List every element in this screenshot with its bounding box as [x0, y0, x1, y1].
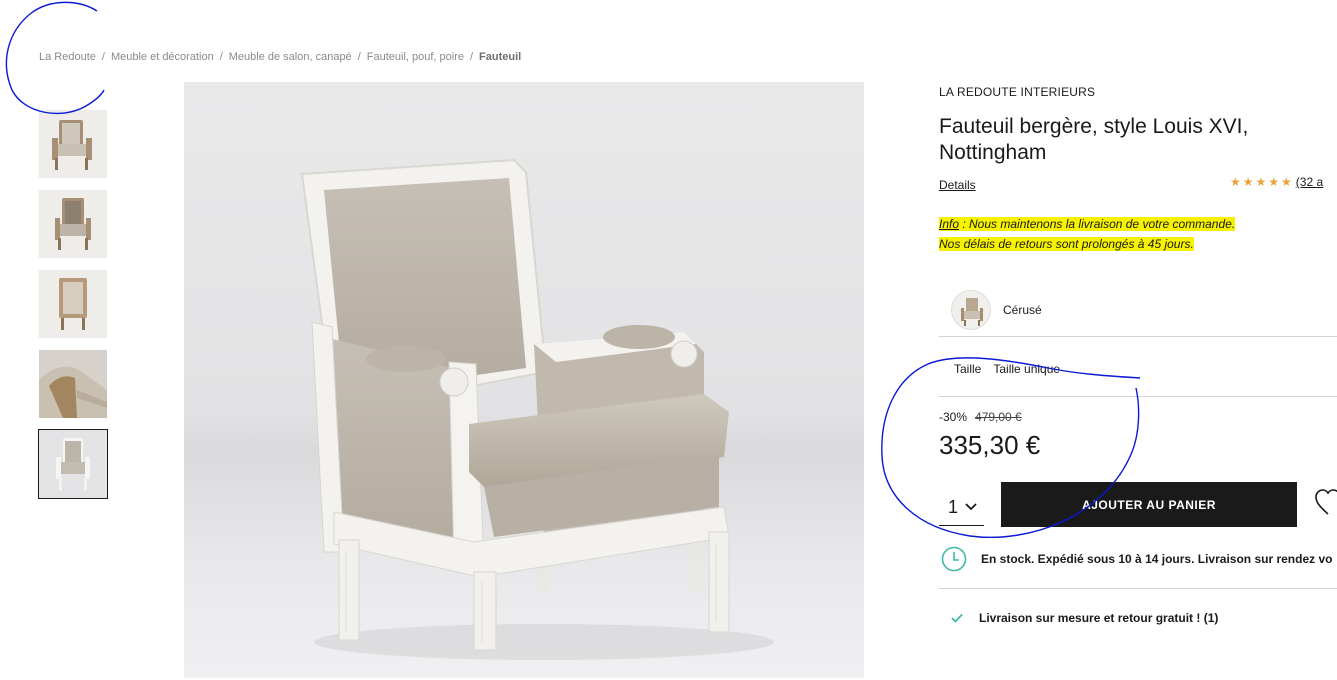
chevron-down-icon	[965, 503, 977, 511]
product-title: Fauteuil bergère, style Louis XVI, Notti…	[939, 115, 1249, 164]
info-link[interactable]: Info	[939, 217, 959, 231]
thumbnail-white-chair[interactable]	[38, 429, 108, 499]
thumbnail-detail[interactable]	[39, 350, 107, 418]
review-count-link[interactable]: (32 a	[1296, 175, 1323, 189]
divider	[939, 396, 1337, 397]
product-brand[interactable]: LA REDOUTE INTERIEURS	[939, 85, 1095, 99]
rating-stars: ★★★★★	[1230, 175, 1294, 189]
breadcrumb-link-armchairs[interactable]: Fauteuil, pouf, poire	[367, 51, 464, 63]
thumbnail-back[interactable]	[39, 270, 107, 338]
color-label: Cérusé	[1003, 303, 1042, 317]
checkmark-icon	[951, 613, 963, 623]
size-selector: Taille Taille unique	[954, 362, 1060, 376]
divider	[939, 588, 1337, 589]
discount-row: -30% 479,00 €	[939, 410, 1022, 424]
breadcrumb: La Redoute / Meuble et décoration / Meub…	[39, 51, 521, 63]
size-label: Taille	[954, 362, 982, 376]
thumbnail-front-right[interactable]	[39, 110, 107, 178]
current-price: 335,30 €	[939, 430, 1041, 460]
quantity-value: 1	[948, 496, 959, 517]
info-notice: Info : Nous maintenons la livraison de v…	[939, 214, 1236, 254]
add-to-cart-button[interactable]: AJOUTER AU PANIER	[1001, 482, 1297, 527]
stock-text: En stock. Expédié sous 10 à 14 jours. Li…	[981, 552, 1333, 566]
breadcrumb-link-living-room[interactable]: Meuble de salon, canapé	[229, 51, 352, 63]
breadcrumb-separator: /	[469, 51, 474, 63]
stock-status: En stock. Expédié sous 10 à 14 jours. Li…	[941, 546, 1332, 572]
delivery-info: Livraison sur mesure et retour gratuit !…	[951, 611, 1218, 625]
wishlist-heart-icon[interactable]	[1315, 488, 1337, 518]
breadcrumb-separator: /	[357, 51, 361, 63]
color-selector: Cérusé	[951, 290, 1042, 330]
breadcrumb-link-home[interactable]: La Redoute	[39, 51, 96, 63]
details-link[interactable]: Details	[939, 178, 976, 192]
discount-badge: -30%	[939, 410, 968, 424]
color-swatch-ceruse[interactable]	[951, 290, 991, 330]
product-main-image[interactable]	[184, 82, 864, 678]
rating[interactable]: ★★★★★ (32 a	[1230, 175, 1323, 189]
quantity-select[interactable]: 1	[939, 489, 984, 526]
delivery-text[interactable]: Livraison sur mesure et retour gratuit !…	[979, 611, 1218, 625]
clock-icon	[941, 546, 967, 572]
thumbnail-list	[38, 110, 109, 510]
breadcrumb-separator: /	[101, 51, 105, 63]
divider	[939, 336, 1337, 337]
old-price: 479,00 €	[975, 410, 1022, 424]
thumbnail-front[interactable]	[39, 190, 107, 258]
breadcrumb-separator: /	[219, 51, 223, 63]
info-line-2: Nos délais de retours sont prolongés à 4…	[939, 237, 1194, 251]
breadcrumb-link-furniture[interactable]: Meuble et décoration	[111, 51, 214, 63]
size-option-unique[interactable]: Taille unique	[993, 362, 1060, 376]
info-line-1: : Nous maintenons la livraison de votre …	[959, 217, 1236, 231]
breadcrumb-current: Fauteuil	[479, 51, 522, 63]
